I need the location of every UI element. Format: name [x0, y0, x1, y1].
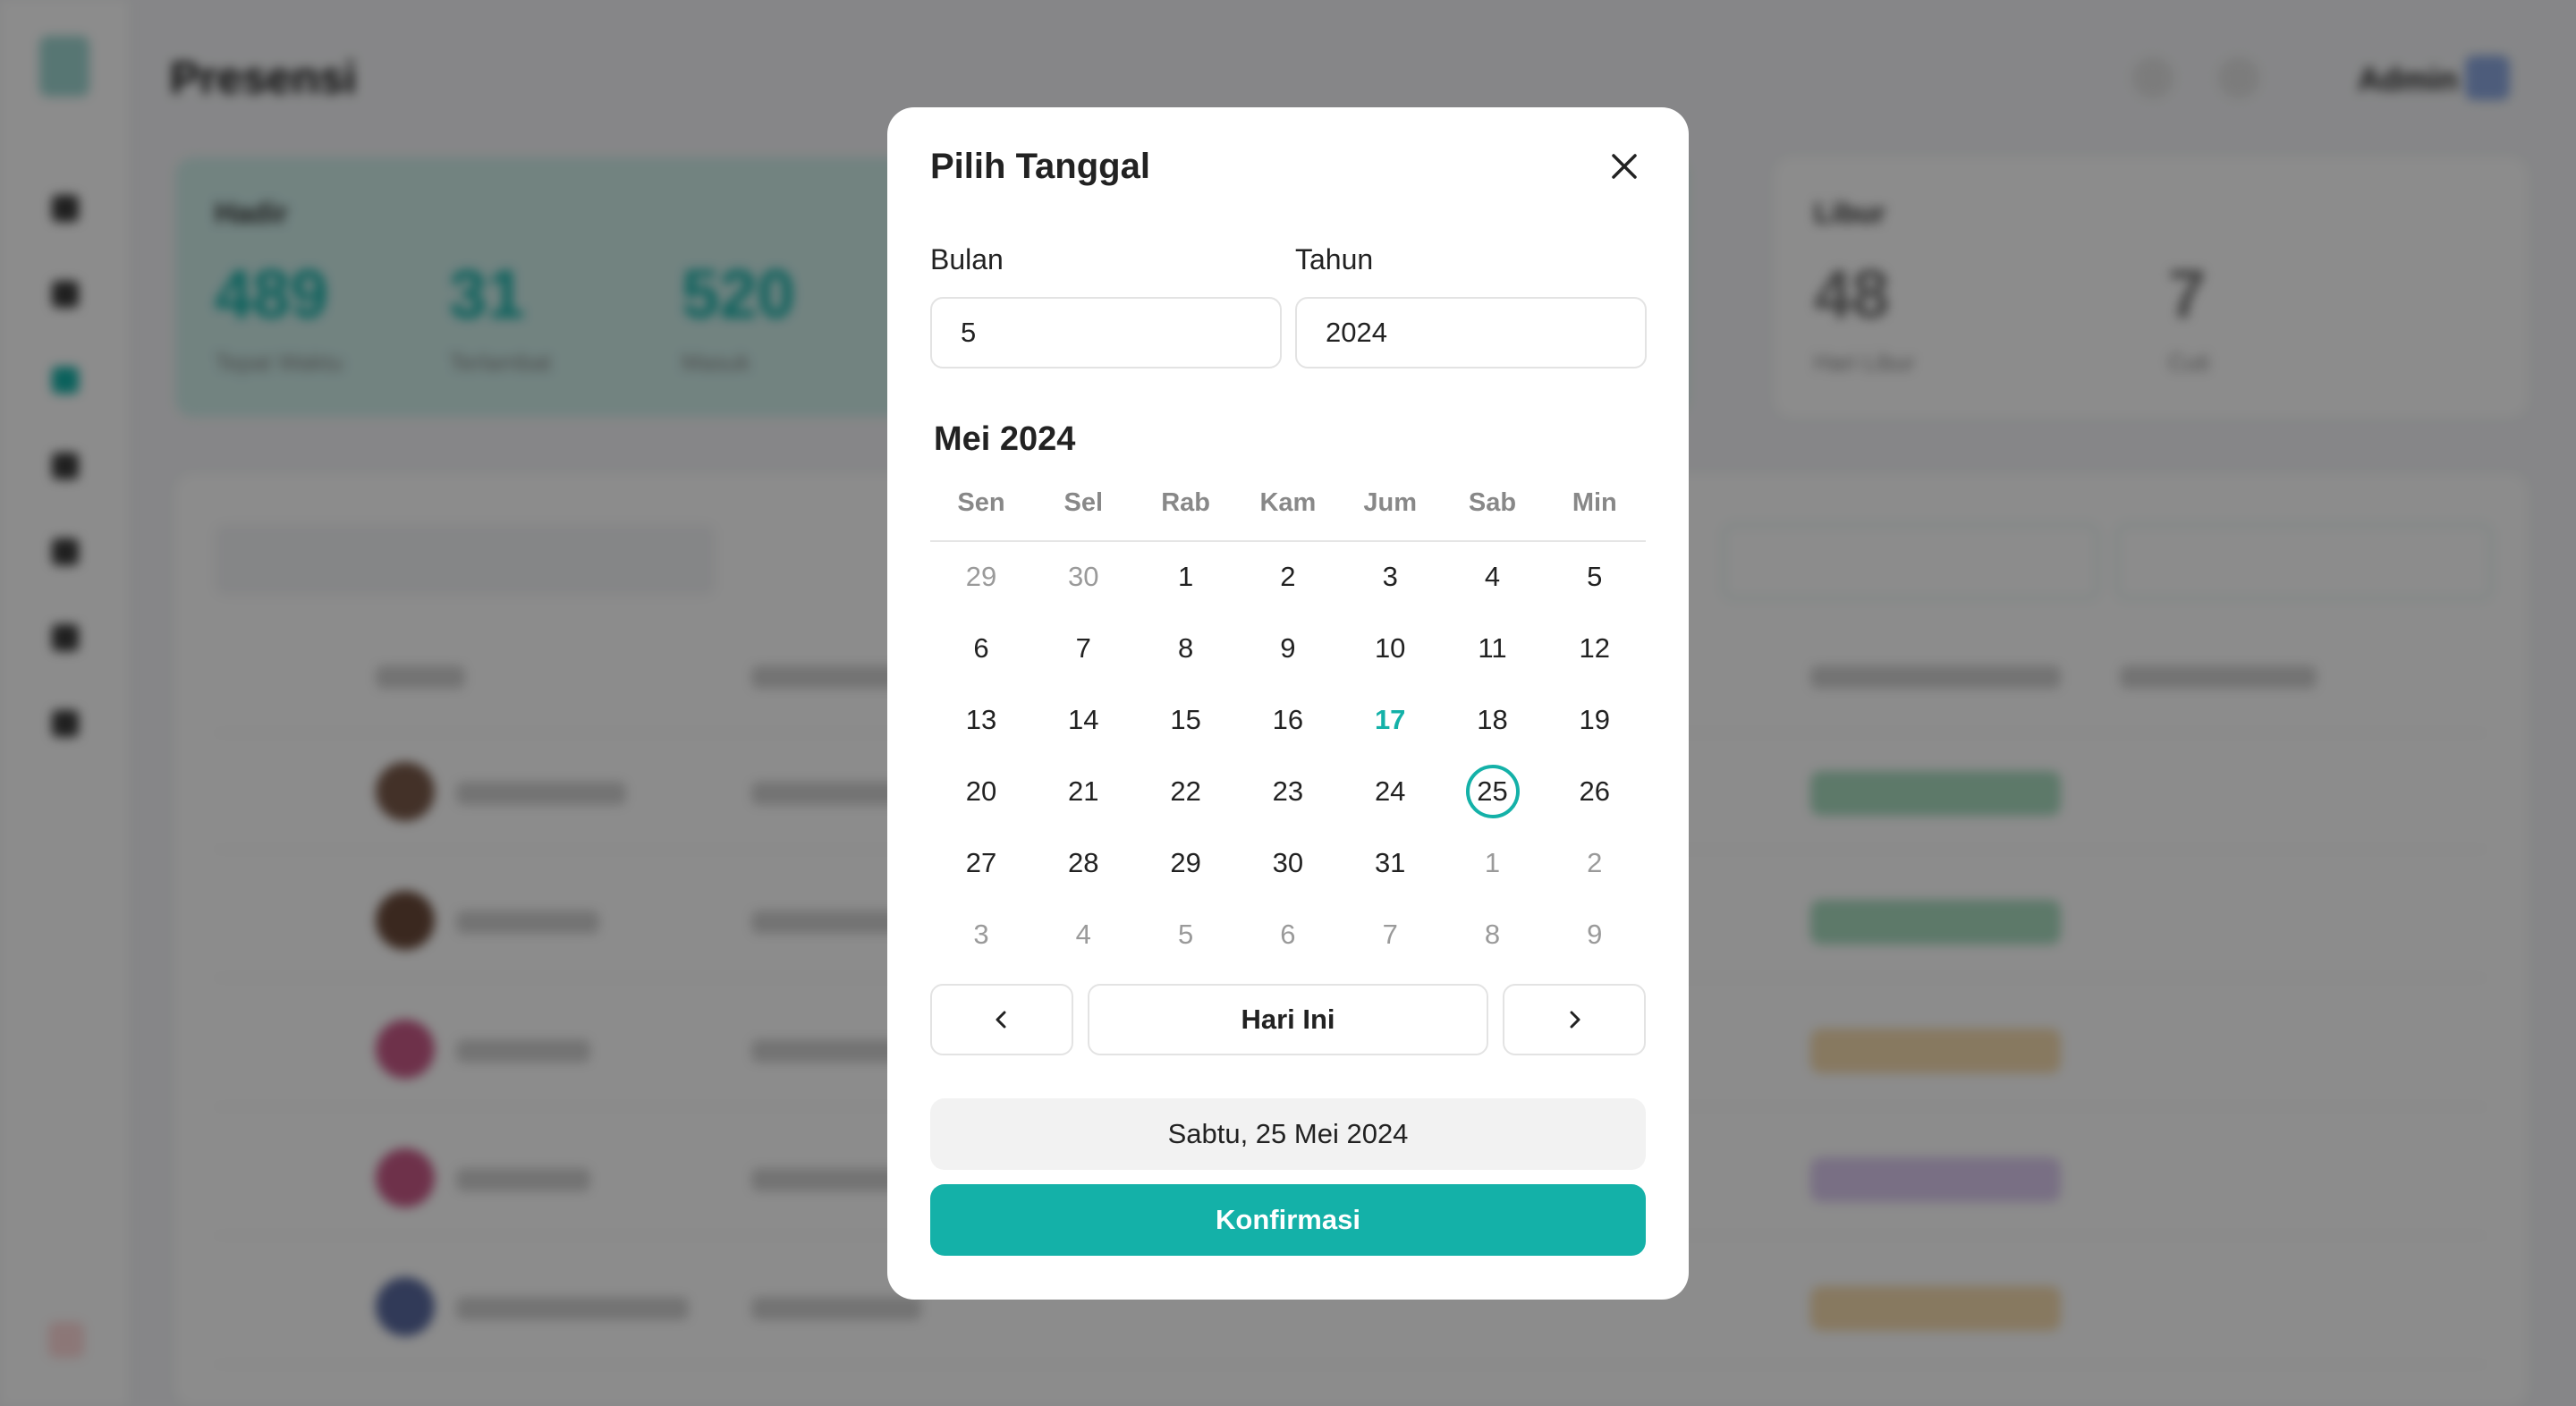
calendar-day[interactable]: 7	[1339, 903, 1441, 966]
calendar-day[interactable]: 9	[1237, 617, 1339, 680]
calendar-day[interactable]: 11	[1442, 617, 1544, 680]
calendar-day[interactable]: 4	[1032, 903, 1134, 966]
calendar-month-title: Mei 2024	[934, 420, 1076, 458]
today-button-label: Hari Ini	[1241, 1004, 1335, 1035]
calendar-day[interactable]: 31	[1339, 832, 1441, 894]
weekday-label: Kam	[1259, 488, 1317, 517]
today-button[interactable]: Hari Ini	[1088, 984, 1488, 1055]
calendar-day[interactable]: 27	[930, 832, 1032, 894]
calendar-day[interactable]: 2	[1237, 546, 1339, 608]
close-button[interactable]	[1603, 145, 1646, 188]
calendar-day[interactable]: 15	[1135, 689, 1237, 751]
date-picker-modal: Pilih Tanggal Bulan Tahun Mei 2024 Sen Se…	[887, 107, 1689, 1300]
chevron-right-icon	[1570, 1011, 1580, 1029]
calendar-day[interactable]: 6	[1237, 903, 1339, 966]
weekday-label: Min	[1572, 488, 1617, 517]
month-input[interactable]	[930, 297, 1282, 368]
weekday-label: Sen	[957, 488, 1005, 517]
calendar-day[interactable]: 21	[1032, 760, 1134, 823]
calendar-day[interactable]: 1	[1135, 546, 1237, 608]
calendar-day[interactable]: 2	[1544, 832, 1646, 894]
calendar-day[interactable]: 5	[1544, 546, 1646, 608]
weekday-label: Rab	[1161, 488, 1210, 517]
close-icon	[1612, 154, 1637, 179]
year-label: Tahun	[1295, 243, 1374, 275]
calendar-day[interactable]: 8	[1135, 617, 1237, 680]
calendar-day[interactable]: 12	[1544, 617, 1646, 680]
calendar-day[interactable]: 18	[1442, 689, 1544, 751]
calendar-day[interactable]: 13	[930, 689, 1032, 751]
calendar-day[interactable]: 24	[1339, 760, 1441, 823]
year-input[interactable]	[1295, 297, 1647, 368]
calendar-day[interactable]: 8	[1442, 903, 1544, 966]
calendar-day[interactable]: 3	[930, 903, 1032, 966]
calendar-day[interactable]: 10	[1339, 617, 1441, 680]
calendar-day[interactable]: 3	[1339, 546, 1441, 608]
chevron-left-icon	[996, 1011, 1006, 1029]
modal-title: Pilih Tanggal	[930, 147, 1150, 186]
calendar-day[interactable]: 7	[1032, 617, 1134, 680]
calendar-day[interactable]: 26	[1544, 760, 1646, 823]
weekday-label: Sel	[1063, 488, 1104, 517]
calendar-day[interactable]: 23	[1237, 760, 1339, 823]
calendar-day[interactable]: 6	[930, 617, 1032, 680]
calendar-day[interactable]: 29	[930, 546, 1032, 608]
calendar-day[interactable]: 14	[1032, 689, 1134, 751]
calendar-day[interactable]: 4	[1442, 546, 1544, 608]
calendar-day-selected[interactable]: 25	[1442, 760, 1544, 823]
calendar-day[interactable]: 5	[1135, 903, 1237, 966]
calendar-day[interactable]: 29	[1135, 832, 1237, 894]
divider	[930, 540, 1646, 542]
weekday-label: Jum	[1363, 488, 1417, 517]
next-month-button[interactable]	[1503, 984, 1646, 1055]
confirm-button[interactable]: Konfirmasi	[930, 1184, 1646, 1256]
weekday-label: Sab	[1468, 488, 1517, 517]
calendar-day[interactable]: 1	[1442, 832, 1544, 894]
calendar-day[interactable]: 19	[1544, 689, 1646, 751]
previous-month-button[interactable]	[930, 984, 1073, 1055]
month-label: Bulan	[930, 243, 1004, 275]
calendar-day[interactable]: 16	[1237, 689, 1339, 751]
selected-date-display: Sabtu, 25 Mei 2024	[930, 1098, 1646, 1170]
calendar-day[interactable]: 30	[1237, 832, 1339, 894]
calendar-day[interactable]: 20	[930, 760, 1032, 823]
calendar-day[interactable]: 22	[1135, 760, 1237, 823]
calendar-day-today[interactable]: 17	[1339, 689, 1441, 751]
calendar-day[interactable]: 30	[1032, 546, 1134, 608]
calendar-day[interactable]: 9	[1544, 903, 1646, 966]
calendar-day[interactable]: 28	[1032, 832, 1134, 894]
